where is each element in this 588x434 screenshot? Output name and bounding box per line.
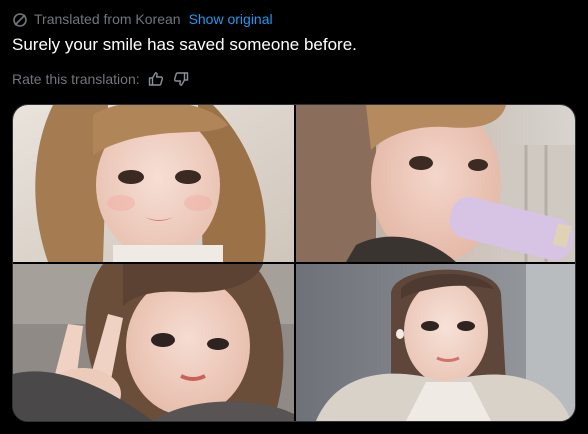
thumbs-up-icon[interactable] — [147, 70, 165, 88]
photo-1[interactable] — [13, 105, 294, 262]
photo-4[interactable] — [296, 264, 575, 421]
show-original-link[interactable]: Show original — [189, 11, 273, 28]
translation-label: Translated from Korean — [34, 11, 181, 27]
thumbs-down-icon[interactable] — [172, 70, 190, 88]
photo-2[interactable] — [296, 105, 575, 262]
translation-header: Translated from Korean Show original — [12, 11, 273, 28]
rate-translation: Rate this translation: — [12, 70, 190, 88]
translate-icon — [12, 12, 28, 28]
rate-label: Rate this translation: — [12, 71, 140, 87]
media-grid — [12, 104, 576, 422]
photo-3[interactable] — [13, 264, 294, 421]
tweet-text: Surely your smile has saved someone befo… — [12, 35, 357, 54]
